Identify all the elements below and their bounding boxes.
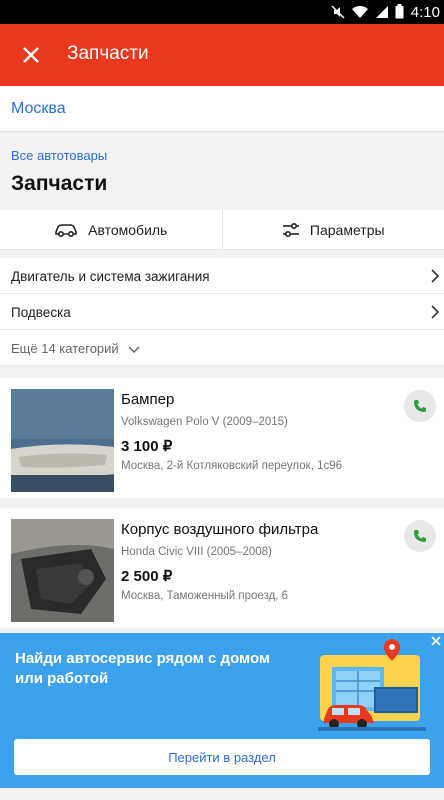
listing-model: Volkswagen Polo V (2009–2015) xyxy=(121,416,288,428)
subcategory-label: Двигатель и система зажигания xyxy=(11,269,210,284)
more-categories-text: Ещё 14 категорий xyxy=(11,341,119,356)
call-button[interactable] xyxy=(404,520,436,552)
close-icon[interactable] xyxy=(430,635,442,647)
more-categories-button[interactable]: Ещё 14 категорий xyxy=(0,330,444,366)
car-filter-button[interactable]: Автомобиль xyxy=(0,210,222,249)
listing-card[interactable]: Корпус воздушного фильтра Honda Civic VI… xyxy=(0,508,444,628)
listing-model: Honda Civic VIII (2005–2008) xyxy=(121,546,272,558)
filter-bar: Автомобиль Параметры xyxy=(0,210,444,250)
phone-icon xyxy=(414,400,426,412)
mute-icon xyxy=(331,4,345,19)
chevron-down-icon xyxy=(128,346,140,353)
chevron-right-icon xyxy=(431,305,440,319)
call-button[interactable] xyxy=(404,390,436,422)
promo-banner: Найди автосервис рядом с домом или работ… xyxy=(0,633,444,788)
wifi-icon xyxy=(352,5,368,18)
app-bar: Запчасти xyxy=(0,24,444,86)
sliders-icon xyxy=(282,222,299,237)
promo-text: Найди автосервис рядом с домом или работ… xyxy=(15,650,271,687)
chevron-right-icon xyxy=(431,269,440,283)
signal-icon xyxy=(376,5,388,18)
subcategory-item[interactable]: Подвеска xyxy=(0,294,444,330)
listing-address: Москва, Таможенный проезд, 6 xyxy=(121,590,289,602)
city-label[interactable]: Москва xyxy=(11,100,66,118)
listing-card[interactable]: Бампер Volkswagen Polo V (2009–2015) 3 1… xyxy=(0,378,444,498)
car-icon xyxy=(55,223,77,237)
listing-title: Бампер xyxy=(121,391,175,408)
go-to-section-button[interactable]: Перейти в раздел xyxy=(14,739,430,775)
bumper-photo xyxy=(11,389,114,492)
listing-address: Москва, 2-й Котляковский переулок, 1с96 xyxy=(121,460,343,472)
status-time: 4:10 xyxy=(410,4,440,21)
status-bar: 4:10 xyxy=(0,0,444,24)
divider xyxy=(0,498,444,508)
subcategory-list: Двигатель и система зажигания Подвеска Е… xyxy=(0,258,444,366)
all-auto-goods-link[interactable]: Все автотовары xyxy=(11,148,107,163)
status-icons xyxy=(331,4,404,19)
air-filter-photo xyxy=(11,519,114,622)
more-categories-label: Ещё 14 категорий xyxy=(11,341,140,356)
battery-icon xyxy=(395,4,404,19)
car-service-illustration xyxy=(318,639,426,731)
phone-icon xyxy=(414,530,426,542)
page-title: Запчасти xyxy=(11,172,108,195)
city-selector[interactable]: Москва xyxy=(0,86,444,132)
params-filter-button[interactable]: Параметры xyxy=(221,210,444,249)
bottom-strip xyxy=(0,788,444,800)
subcategory-item[interactable]: Двигатель и система зажигания xyxy=(0,258,444,294)
listing-title: Корпус воздушного фильтра xyxy=(121,521,319,538)
listing-price: 3 100 ₽ xyxy=(121,438,173,455)
close-icon[interactable] xyxy=(18,42,44,68)
app-bar-title: Запчасти xyxy=(67,43,149,64)
params-filter-label: Параметры xyxy=(309,221,385,238)
category-header: Все автотовары Запчасти xyxy=(0,132,444,210)
subcategory-label: Подвеска xyxy=(11,305,71,320)
listing-price: 2 500 ₽ xyxy=(121,568,173,585)
car-filter-label: Автомобиль xyxy=(88,221,168,238)
